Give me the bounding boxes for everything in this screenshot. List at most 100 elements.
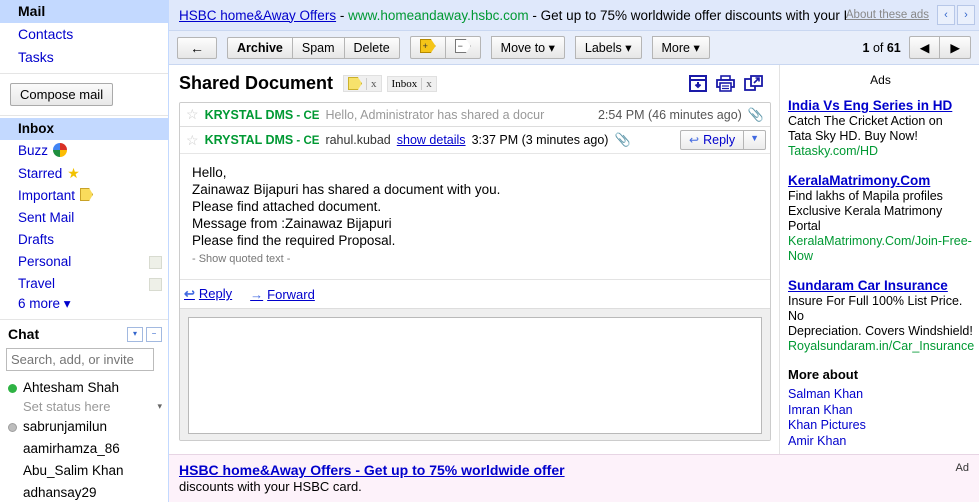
list-item[interactable]: Abu_Salim Khan	[0, 460, 168, 482]
pagination-next-button[interactable]: ▶	[940, 36, 971, 59]
collapse-all-icon[interactable]	[689, 75, 707, 92]
more-button[interactable]: More ▾	[651, 36, 710, 59]
move-to-button[interactable]: Move to ▾	[490, 36, 565, 59]
archive-button[interactable]: Archive	[227, 36, 293, 59]
message-footer-actions: ↩ Reply → Forward	[180, 279, 770, 308]
ad-item: Sundaram Car Insurance Insure For Full 1…	[788, 277, 974, 354]
ad-line-1: Insure For Full 100% List Price. No	[788, 294, 963, 323]
chat-header: Chat ▾ −	[0, 319, 168, 346]
show-details-link[interactable]: show details	[397, 133, 466, 147]
close-icon[interactable]: x	[421, 77, 432, 90]
sidebar-item-starred-label: Starred	[18, 166, 63, 181]
back-button[interactable]: ←	[177, 36, 217, 59]
label-chip-inbox[interactable]: Inbox x	[386, 75, 437, 92]
about-these-ads-link[interactable]: About these ads	[846, 9, 929, 21]
message-row-collapsed[interactable]: ☆ KRYSTAL DMS - CE Hello, Administrator …	[180, 103, 770, 127]
sidebar-item-important-label: Important	[18, 188, 76, 203]
label-color-swatch[interactable]	[149, 255, 162, 269]
close-icon[interactable]: x	[366, 77, 377, 90]
reply-link-label: Reply	[198, 286, 233, 301]
ad-title-link[interactable]: KeralaMatrimony.Com	[788, 172, 973, 189]
message-snippet: Hello, Administrator has shared a docur	[325, 107, 545, 122]
chat-self-row[interactable]: Ahtesham Shah	[0, 377, 168, 399]
sidebar-item-sent-mail[interactable]: Sent Mail	[0, 207, 168, 229]
compose-area: Compose mail	[0, 74, 168, 116]
chevron-down-icon[interactable]: ▾	[157, 401, 162, 412]
message-more-actions-icon[interactable]: ▼	[744, 130, 766, 150]
show-quoted-text-link[interactable]: - Show quoted text -	[192, 253, 290, 265]
buddy-name: adhansay29	[23, 485, 97, 500]
ad-line-2: Tata Sky HD. Buy Now!	[788, 129, 918, 143]
sidebar-item-important[interactable]: Important	[0, 185, 168, 207]
buddy-name: aamirhamza_86	[23, 441, 120, 456]
sidebar-more-labels-label: 6 more	[18, 296, 61, 311]
main-panel: HSBC home&Away Offers - www.homeandaway.…	[169, 0, 979, 502]
print-icon[interactable]	[716, 75, 735, 92]
top-banner-ad: HSBC home&Away Offers - www.homeandaway.…	[169, 0, 979, 31]
compose-mail-button[interactable]: Compose mail	[10, 83, 114, 106]
label-color-swatch[interactable]	[149, 277, 162, 291]
body-line: Please find the required Proposal.	[192, 233, 396, 248]
ad-title-link[interactable]: India Vs Eng Series in HD	[788, 97, 973, 114]
sidebar-item-drafts[interactable]: Drafts	[0, 229, 168, 251]
chat-search-input[interactable]	[6, 348, 154, 371]
ad-next-icon[interactable]: ›	[957, 5, 975, 25]
body-line: Zainawaz Bijapuri has shared a document …	[192, 182, 501, 197]
chevron-down-icon: ▾	[625, 41, 632, 55]
presence-online-icon	[8, 383, 17, 393]
app-link-mail[interactable]: Mail	[0, 0, 168, 23]
ad-prev-icon[interactable]: ‹	[937, 5, 955, 25]
ad-title-link[interactable]: Sundaram Car Insurance	[788, 277, 973, 294]
chat-minimize-icon[interactable]: −	[146, 326, 162, 342]
labels-group: Labels ▾	[574, 36, 642, 59]
quick-reply-textarea[interactable]	[188, 317, 762, 434]
reply-arrow-icon: ↩	[184, 286, 195, 301]
ad-url: KeralaMatrimony.Com/Join-Free-Now	[788, 234, 972, 263]
reply-link[interactable]: ↩ Reply	[184, 286, 232, 302]
message-reply-button[interactable]: ↩ Reply	[680, 130, 745, 150]
more-group: More ▾	[651, 36, 710, 59]
sidebar-item-buzz[interactable]: Buzz	[0, 140, 168, 162]
top-banner-ad-link[interactable]: HSBC home&Away Offers	[179, 8, 336, 23]
bottom-ad-content: HSBC home&Away Offers - Get up to 75% wo…	[179, 462, 946, 494]
message-row-expanded-header: ☆ KRYSTAL DMS - CE rahul.kubad show deta…	[180, 127, 770, 154]
more-about-link[interactable]: Imran Khan	[788, 403, 973, 418]
app-link-tasks-label: Tasks	[18, 49, 54, 65]
move-to-group: Move to ▾	[490, 36, 565, 59]
thread-toolbar: ← Archive Spam Delete + − Move to ▾ Labe…	[169, 31, 979, 65]
more-about-link[interactable]: Amir Khan	[788, 434, 973, 449]
bottom-ad-link[interactable]: HSBC home&Away Offers - Get up to 75% wo…	[179, 462, 565, 478]
mark-important-button[interactable]: +	[409, 36, 446, 59]
sidebar-item-travel[interactable]: Travel	[0, 273, 168, 295]
forward-link[interactable]: → Forward	[250, 287, 315, 302]
star-icon[interactable]: ☆	[186, 132, 199, 149]
new-window-icon[interactable]	[744, 75, 763, 92]
list-item[interactable]: aamirhamza_86	[0, 438, 168, 460]
sidebar-more-labels[interactable]: 6 more ▾	[0, 295, 168, 315]
label-chip-important[interactable]: x	[343, 75, 382, 92]
labels-button[interactable]: Labels ▾	[574, 36, 642, 59]
sidebar-item-inbox[interactable]: Inbox	[0, 118, 168, 140]
chat-options-icon[interactable]: ▾	[127, 326, 143, 342]
app-link-tasks[interactable]: Tasks	[0, 46, 168, 69]
more-about-link[interactable]: Salman Khan	[788, 387, 973, 402]
sidebar-item-personal[interactable]: Personal	[0, 251, 168, 273]
list-item[interactable]: sabrunjamilun	[0, 416, 168, 438]
message-sender-email: rahul.kubad	[325, 133, 391, 147]
list-item[interactable]: adhansay29	[0, 482, 168, 502]
chat-status-row[interactable]: Set status here ▾	[0, 399, 168, 416]
attachment-clip-icon: 📎	[614, 132, 631, 147]
message-body: Hello, Zainawaz Bijapuri has shared a do…	[180, 154, 770, 279]
delete-button[interactable]: Delete	[344, 36, 400, 59]
label-chip-inbox-label: Inbox	[391, 77, 418, 90]
app-link-contacts[interactable]: Contacts	[0, 23, 168, 46]
pagination-prev-button[interactable]: ◀	[908, 36, 941, 59]
more-about-link[interactable]: Khan Pictures	[788, 418, 973, 433]
sidebar-item-starred[interactable]: Starred ★	[0, 162, 168, 185]
quick-reply-box[interactable]	[180, 308, 770, 440]
spam-button[interactable]: Spam	[292, 36, 345, 59]
star-icon[interactable]: ☆	[186, 106, 199, 123]
gmail-window: Mail Contacts Tasks Compose mail Inbox B…	[0, 0, 979, 502]
mark-not-important-button[interactable]: −	[445, 36, 481, 59]
ad-line-2: Depreciation. Covers Windshield!	[788, 324, 973, 338]
